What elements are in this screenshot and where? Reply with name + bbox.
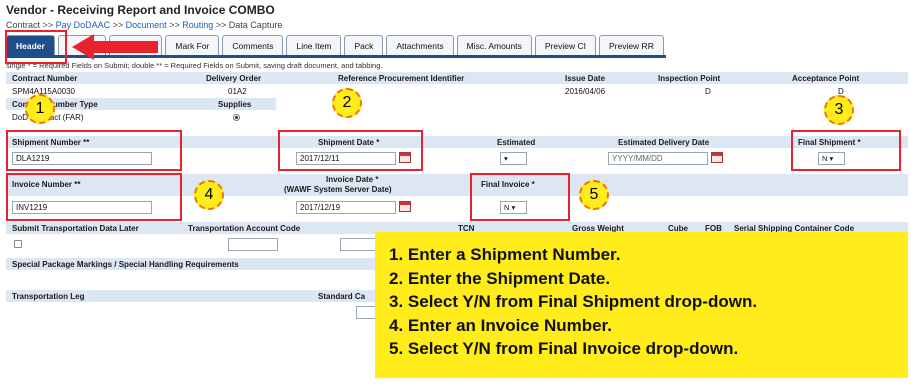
- delivery-order-label: Delivery Order: [206, 74, 262, 83]
- instruction-3: 3. Select Y/N from Final Shipment drop-d…: [389, 292, 758, 311]
- instruction-2: 2. Enter the Shipment Date.: [389, 268, 611, 288]
- tab-pack[interactable]: Pack: [344, 35, 384, 55]
- instruction-5: 5. Select Y/N from Final Invoice drop-do…: [389, 339, 739, 358]
- breadcrumb-routing[interactable]: Routing: [182, 20, 213, 30]
- breadcrumb-contract[interactable]: Contract: [6, 20, 40, 30]
- est-delivery-date-label: Estimated Delivery Date: [618, 138, 710, 147]
- page-title: Vendor - Receiving Report and Invoice CO…: [6, 3, 275, 17]
- breadcrumb-data-capture: Data Capture: [228, 20, 283, 30]
- special-markings-label: Special Package Markings / Special Handl…: [12, 260, 239, 269]
- supplies-label: Supplies: [218, 100, 252, 109]
- tab-preview-ci[interactable]: Preview CI: [534, 35, 596, 55]
- step-badge-3: 3: [824, 95, 854, 125]
- est-delivery-date-input[interactable]: YYYY/MM/DD: [608, 152, 708, 165]
- step-badge-2: 2: [332, 88, 362, 118]
- inspection-point-value: D: [705, 87, 711, 96]
- transport-account-input[interactable]: [228, 238, 278, 251]
- transport-leg-label: Transportation Leg: [12, 292, 85, 301]
- delivery-order-value: 01A2: [228, 87, 247, 96]
- step-badge-5: 5: [579, 180, 609, 210]
- arrow-left-icon: [72, 34, 158, 60]
- ref-proc-id-label: Reference Procurement Identifier: [338, 74, 465, 83]
- final-shipment-highlight: [791, 130, 901, 171]
- shipment-date-highlight: [278, 130, 423, 171]
- tab-misc-amounts[interactable]: Misc. Amounts: [456, 35, 532, 55]
- invoice-date-input[interactable]: 2017/12/19: [296, 201, 396, 214]
- instruction-4: 4. Enter an Invoice Number.: [389, 315, 612, 335]
- tab-comments[interactable]: Comments: [222, 35, 284, 55]
- issue-date-value: 2016/04/06: [565, 87, 606, 96]
- breadcrumb-document[interactable]: Document: [126, 20, 167, 30]
- tcn-input[interactable]: [340, 238, 380, 251]
- issue-date-label: Issue Date: [565, 74, 606, 83]
- contract-number-label: Contract Number: [12, 74, 78, 83]
- header-tab-highlight: [5, 30, 67, 64]
- tab-preview-rr[interactable]: Preview RR: [598, 35, 664, 55]
- submit-later-label: Submit Transportation Data Later: [12, 224, 139, 233]
- instruction-1: 1. Enter a Shipment Number.: [389, 245, 621, 264]
- breadcrumb-pay-dodaac[interactable]: Pay DoDAAC: [56, 20, 111, 30]
- tab-mark-for[interactable]: Mark For: [165, 35, 220, 55]
- final-invoice-highlight: [470, 173, 570, 221]
- shipment-number-highlight: [6, 130, 182, 171]
- transport-account-label: Transportation Account Code: [188, 224, 301, 233]
- instructions-callout: 1. Enter a Shipment Number. 2. Enter the…: [375, 232, 908, 378]
- estimated-label: Estimated: [497, 138, 536, 147]
- step-badge-1: 1: [25, 94, 55, 124]
- est-delivery-calendar-icon[interactable]: [711, 152, 723, 163]
- invoice-date-sublabel: (WAWF System Server Date): [284, 185, 392, 194]
- invoice-date-label: Invoice Date *: [326, 175, 379, 184]
- acceptance-point-label: Acceptance Point: [792, 74, 860, 83]
- submit-later-checkbox[interactable]: [14, 240, 22, 248]
- step-badge-4: 4: [194, 180, 224, 210]
- estimated-select[interactable]: ▾: [500, 152, 527, 165]
- invoice-number-highlight: [6, 173, 182, 221]
- supplies-radio[interactable]: [233, 114, 240, 121]
- standard-carrier-label: Standard Ca: [318, 292, 366, 301]
- tab-line-item[interactable]: Line Item: [286, 35, 342, 55]
- invoice-date-calendar-icon[interactable]: [399, 201, 411, 212]
- breadcrumb: Contract >> Pay DoDAAC >> Document >> Ro…: [6, 20, 283, 30]
- tab-attachments[interactable]: Attachments: [386, 35, 454, 55]
- inspection-point-label: Inspection Point: [658, 74, 721, 83]
